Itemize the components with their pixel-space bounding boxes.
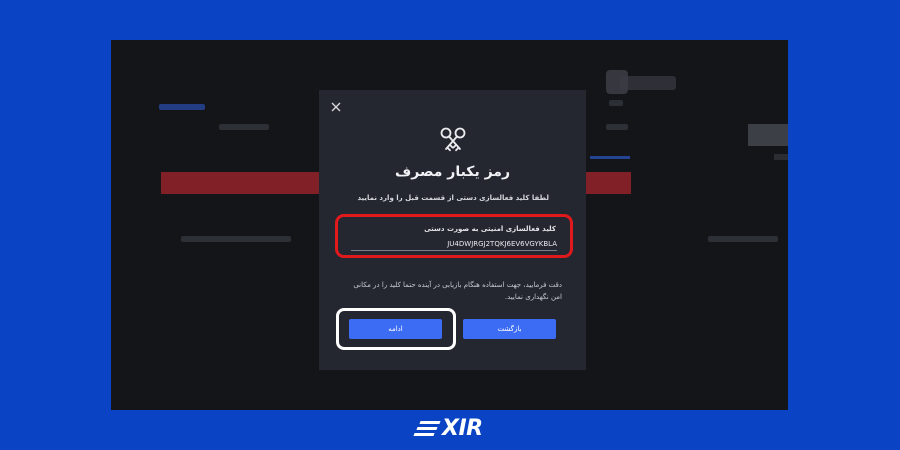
background-side-text bbox=[774, 154, 788, 160]
security-notice: دقت فرمایید، جهت استفاده هنگام بازیابی د… bbox=[353, 281, 562, 301]
back-button[interactable]: بازگشت bbox=[463, 319, 556, 339]
exir-logo: XIR bbox=[413, 416, 488, 441]
activation-key-field-highlight: کلید فعالسازی امنیتی به صورت دستی bbox=[335, 214, 573, 258]
activation-key-label: کلید فعالسازی امنیتی به صورت دستی bbox=[424, 225, 556, 233]
keys-icon bbox=[438, 126, 468, 156]
background-back-link bbox=[159, 104, 205, 110]
background-text-line bbox=[181, 236, 291, 242]
continue-button[interactable]: ادامه bbox=[349, 319, 442, 339]
modal-title: رمز یکبار مصرف bbox=[394, 164, 511, 180]
background-side-panel bbox=[748, 124, 788, 146]
logo-text: XIR bbox=[442, 416, 483, 441]
modal-subtitle: لطفا کلید فعالسازی دستی از قسمت قبل را و… bbox=[357, 194, 550, 202]
logo-e-mark bbox=[413, 421, 442, 437]
background-text-line bbox=[609, 100, 623, 106]
background-text-line bbox=[708, 236, 778, 242]
close-icon[interactable] bbox=[329, 100, 343, 114]
otp-modal: رمز یکبار مصرف لطفا کلید فعالسازی دستی ا… bbox=[319, 90, 586, 370]
background-text-line bbox=[219, 124, 269, 130]
background-text-line bbox=[606, 124, 628, 130]
background-page-title bbox=[620, 76, 676, 90]
activation-key-input[interactable] bbox=[351, 238, 557, 251]
background-tab-underline bbox=[590, 156, 630, 159]
